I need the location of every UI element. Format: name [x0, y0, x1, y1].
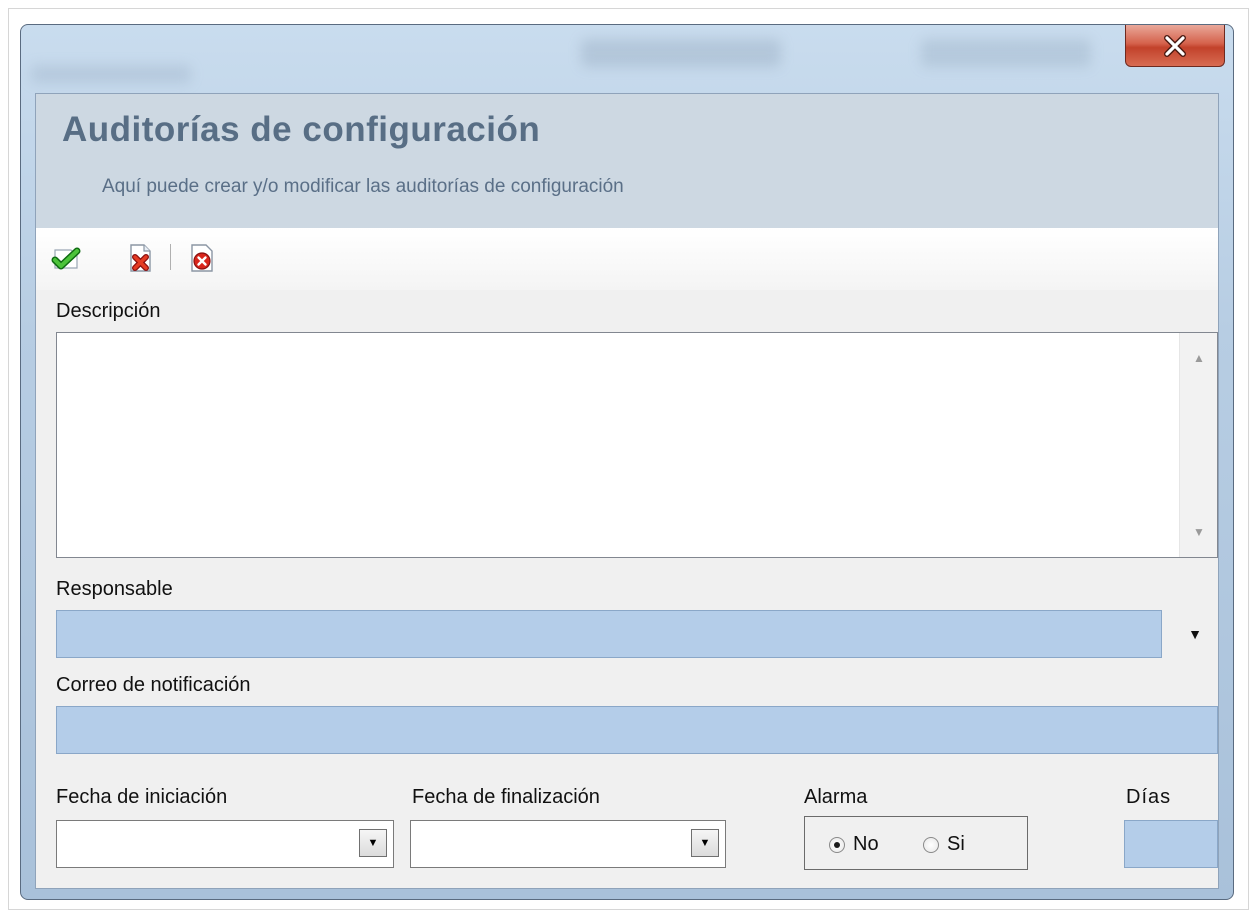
fecha-inicio-label: Fecha de iniciación: [56, 786, 228, 808]
chevron-down-icon: ▼: [367, 837, 379, 849]
blurred-background-2: [921, 39, 1091, 67]
title-bar[interactable]: [21, 25, 1233, 93]
scroll-down-arrow-icon[interactable]: ▼: [1180, 515, 1218, 549]
save-check-icon[interactable]: [50, 242, 82, 274]
fecha-inicio-dropdown-button[interactable]: ▼: [359, 829, 387, 857]
alarma-radio-si[interactable]: Si: [923, 833, 965, 856]
toolbar: [36, 228, 1218, 290]
fecha-fin-label: Fecha de finalización: [412, 786, 600, 808]
scroll-up-arrow-icon[interactable]: ▲: [1180, 341, 1218, 375]
descripcion-textarea-box: ▲ ▼: [56, 332, 1218, 558]
alarma-label: Alarma: [804, 786, 868, 808]
alarma-radio-no[interactable]: No: [829, 833, 879, 856]
chevron-down-icon: ▼: [699, 837, 711, 849]
fecha-fin-picker[interactable]: ▼: [410, 820, 726, 868]
dias-label: Días: [1126, 786, 1172, 808]
dialog-client-area: Auditorías de configuración Aquí puede c…: [35, 93, 1219, 889]
alarma-radio-no-label: No: [853, 833, 879, 855]
radio-selected-icon: [829, 836, 845, 853]
window-close-button[interactable]: [1125, 25, 1225, 67]
descripcion-textarea[interactable]: [57, 333, 1177, 557]
page-title: Auditorías de configuración: [62, 110, 541, 149]
descripcion-label: Descripción: [56, 300, 161, 322]
fecha-inicio-picker[interactable]: ▼: [56, 820, 394, 868]
alarma-radio-si-label: Si: [947, 833, 965, 855]
responsable-dropdown-arrow-icon[interactable]: ▼: [1172, 610, 1218, 658]
cancel-document-icon[interactable]: [124, 242, 156, 274]
blurred-background-1: [581, 39, 781, 67]
radio-unselected-icon: [923, 836, 939, 853]
toolbar-separator: [170, 244, 171, 270]
close-circle-icon[interactable]: [186, 242, 218, 274]
correo-input[interactable]: [56, 706, 1218, 754]
dialog-header: Auditorías de configuración Aquí puede c…: [36, 94, 1218, 228]
dias-input[interactable]: [1124, 820, 1218, 868]
responsable-label: Responsable: [56, 578, 173, 600]
correo-label: Correo de notificación: [56, 674, 251, 696]
blurred-background-3: [31, 65, 191, 83]
dialog-window: Auditorías de configuración Aquí puede c…: [20, 24, 1234, 900]
page-subtitle: Aquí puede crear y/o modificar las audit…: [102, 176, 624, 197]
alarma-radio-group: No Si: [804, 816, 1028, 870]
fecha-fin-dropdown-button[interactable]: ▼: [691, 829, 719, 857]
descripcion-scrollbar[interactable]: ▲ ▼: [1179, 333, 1217, 557]
close-icon: [1164, 34, 1186, 57]
responsable-combobox[interactable]: [56, 610, 1162, 658]
